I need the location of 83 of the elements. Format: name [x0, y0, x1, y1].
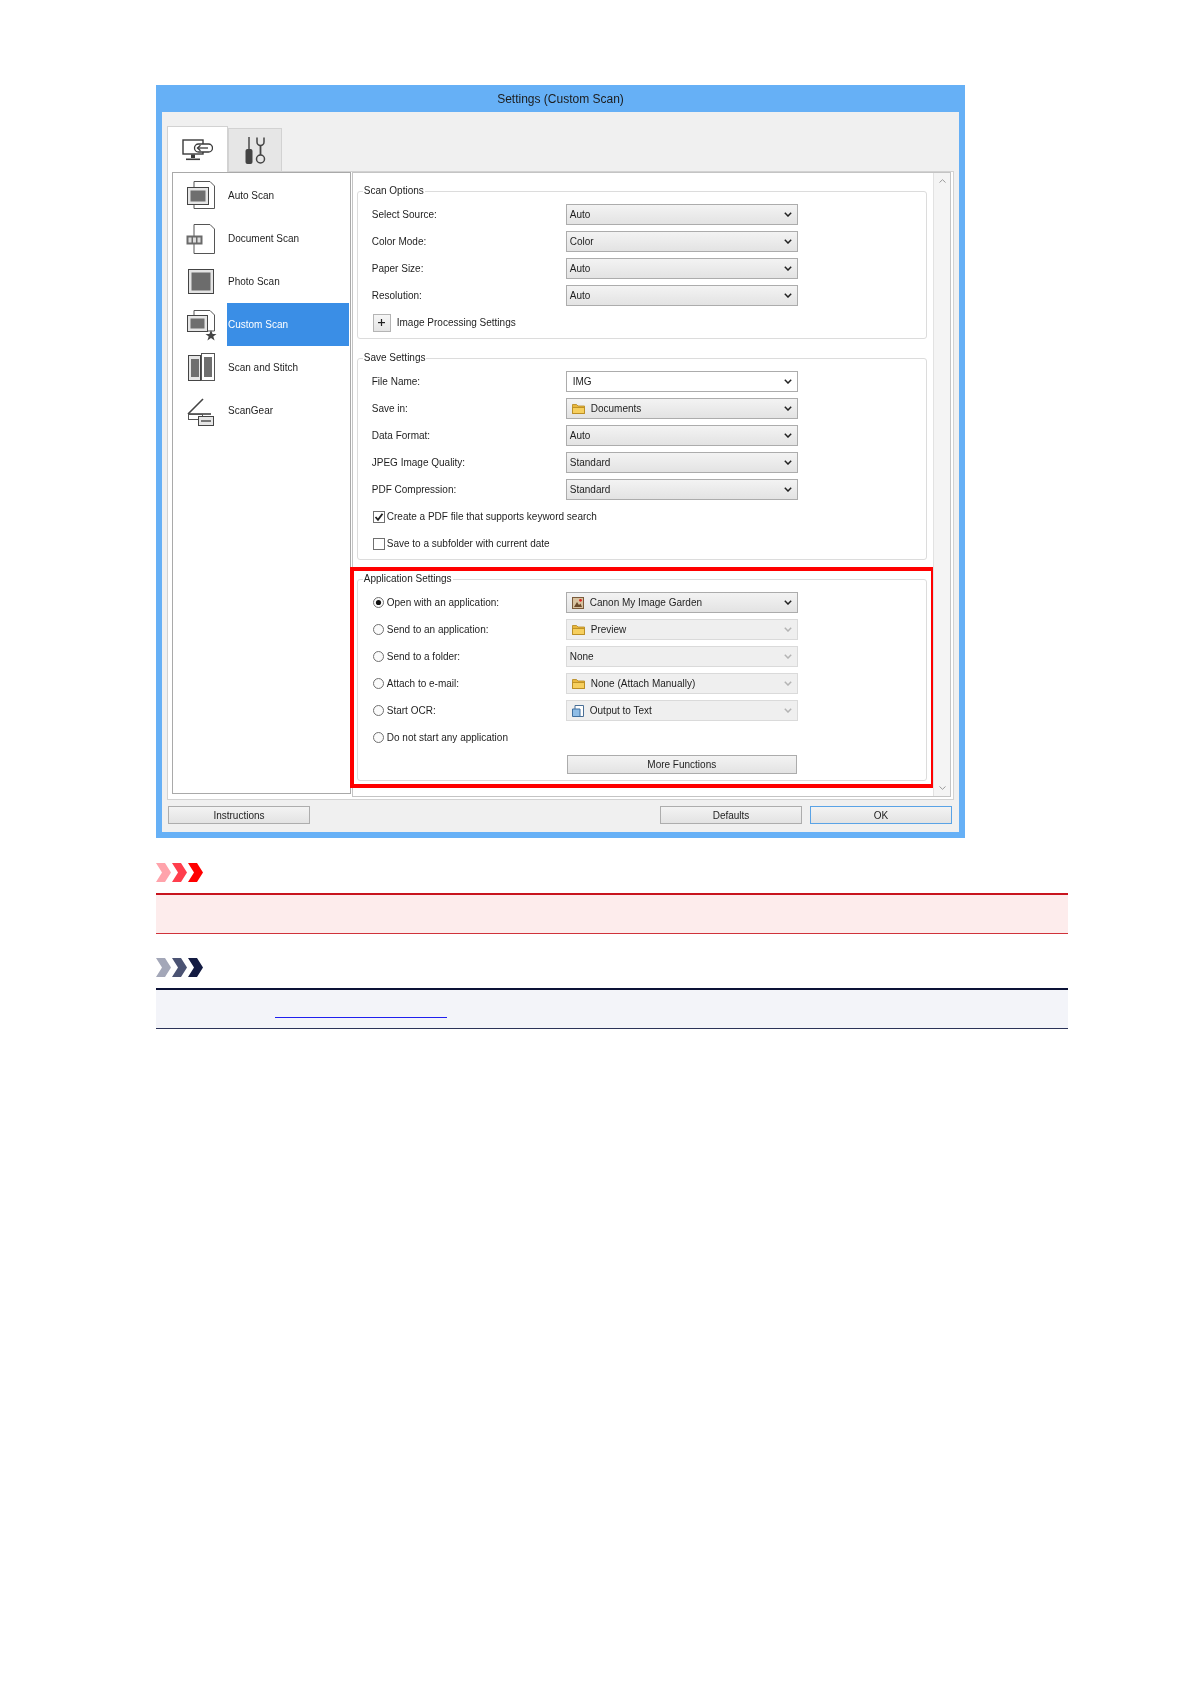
folder-icon	[571, 678, 585, 689]
monitor-arrow-icon	[182, 138, 213, 161]
dropdown[interactable]: Color	[565, 231, 798, 252]
checkbox-label: Create a PDF file that supports keyword search	[386, 511, 597, 522]
chevron-down-icon	[783, 406, 792, 411]
folder-icon	[571, 624, 585, 635]
field-label: Paper Size:	[371, 263, 424, 274]
radio-button[interactable]	[372, 597, 384, 608]
chevron-down-icon	[783, 239, 792, 244]
chevron-down-icon	[783, 379, 792, 384]
group-title: Scan Options	[362, 185, 425, 197]
triple-chevron-icon	[156, 958, 203, 977]
radio-button[interactable]	[372, 705, 384, 716]
radio-label: Do not start any application	[386, 732, 508, 743]
checkbox-label: Save to a subfolder with current date	[386, 538, 550, 549]
dialog-button[interactable]: Defaults	[660, 806, 802, 824]
scrollbar[interactable]	[933, 173, 950, 796]
chevron-down-icon	[783, 212, 792, 217]
field-label: File Name:	[371, 376, 421, 387]
chevron-down-icon	[783, 600, 792, 605]
stacked-pages-icon	[185, 179, 217, 212]
dropdown[interactable]: Standard	[565, 479, 798, 500]
dropdown[interactable]: Standard	[565, 452, 798, 473]
chevron-down-icon	[783, 266, 792, 271]
chevron-down-icon	[783, 460, 792, 465]
sidebar-item[interactable]: Auto Scan	[227, 174, 349, 217]
field-label: Save in:	[371, 403, 408, 414]
two-pages-icon	[185, 351, 217, 384]
group-title: Save Settings	[362, 352, 427, 364]
radio-button[interactable]	[372, 732, 384, 743]
chevron-down-icon[interactable]	[938, 786, 946, 790]
chevron-down-icon	[783, 487, 792, 492]
dropdown[interactable]: Documents	[565, 398, 798, 419]
tools-icon	[243, 136, 267, 164]
stacked-pages-star-icon	[185, 308, 217, 341]
group-title: Application Settings	[362, 573, 453, 585]
chevron-down-icon	[783, 627, 792, 632]
dialog-button[interactable]: OK	[810, 806, 952, 824]
tab[interactable]	[228, 128, 282, 171]
radio-label: Send to a folder:	[386, 651, 461, 662]
field-label: Select Source:	[371, 209, 437, 220]
dropdown[interactable]: Canon My Image Garden	[565, 592, 798, 613]
chevron-down-icon	[783, 681, 792, 686]
document-icon	[571, 704, 584, 717]
dropdown[interactable]: Auto	[565, 204, 798, 225]
field-label: JPEG Image Quality:	[371, 457, 466, 468]
chevron-down-icon	[783, 654, 792, 659]
radio-button[interactable]	[372, 651, 384, 662]
radio-button[interactable]	[372, 624, 384, 635]
chevron-up-icon[interactable]	[938, 179, 946, 183]
chevron-down-icon	[783, 293, 792, 298]
field-label: Data Format:	[371, 430, 431, 441]
radio-label: Start OCR:	[386, 705, 436, 716]
field-label: Color Mode:	[371, 236, 427, 247]
checkbox[interactable]	[372, 510, 385, 523]
folder-icon	[571, 403, 585, 414]
radio-label: Attach to e-mail:	[386, 678, 460, 689]
dropdown[interactable]: Auto	[565, 285, 798, 306]
plus-icon	[378, 319, 386, 326]
more-functions-button[interactable]: More Functions	[566, 755, 797, 774]
field-label: PDF Compression:	[371, 484, 457, 495]
dialog-button[interactable]: Instructions	[168, 806, 310, 824]
sidebar-item[interactable]: Scan and Stitch	[227, 346, 349, 389]
dropdown[interactable]: Auto	[565, 258, 798, 279]
sidebar-item[interactable]: Photo Scan	[227, 260, 349, 303]
picture-icon	[571, 596, 584, 609]
dropdown[interactable]: IMG	[565, 371, 798, 392]
chevron-down-icon	[783, 708, 792, 713]
triple-chevron-icon	[156, 863, 203, 882]
radio-label: Send to an application:	[386, 624, 489, 635]
sidebar-item[interactable]: ScanGear	[227, 389, 349, 432]
radio-label: Open with an application:	[386, 597, 500, 608]
tab[interactable]	[167, 126, 228, 172]
window-title: Settings (Custom Scan)	[497, 91, 624, 106]
checkbox[interactable]	[372, 537, 385, 550]
field-label: Resolution:	[371, 290, 422, 301]
sidebar-item[interactable]: Document Scan	[227, 217, 349, 260]
chevron-down-icon	[783, 433, 792, 438]
radio-button[interactable]	[372, 678, 384, 689]
expander-label: Image Processing Settings	[396, 317, 516, 328]
dropdown[interactable]: Auto	[565, 425, 798, 446]
expand-button[interactable]	[372, 313, 391, 332]
document-page-icon	[185, 222, 217, 255]
